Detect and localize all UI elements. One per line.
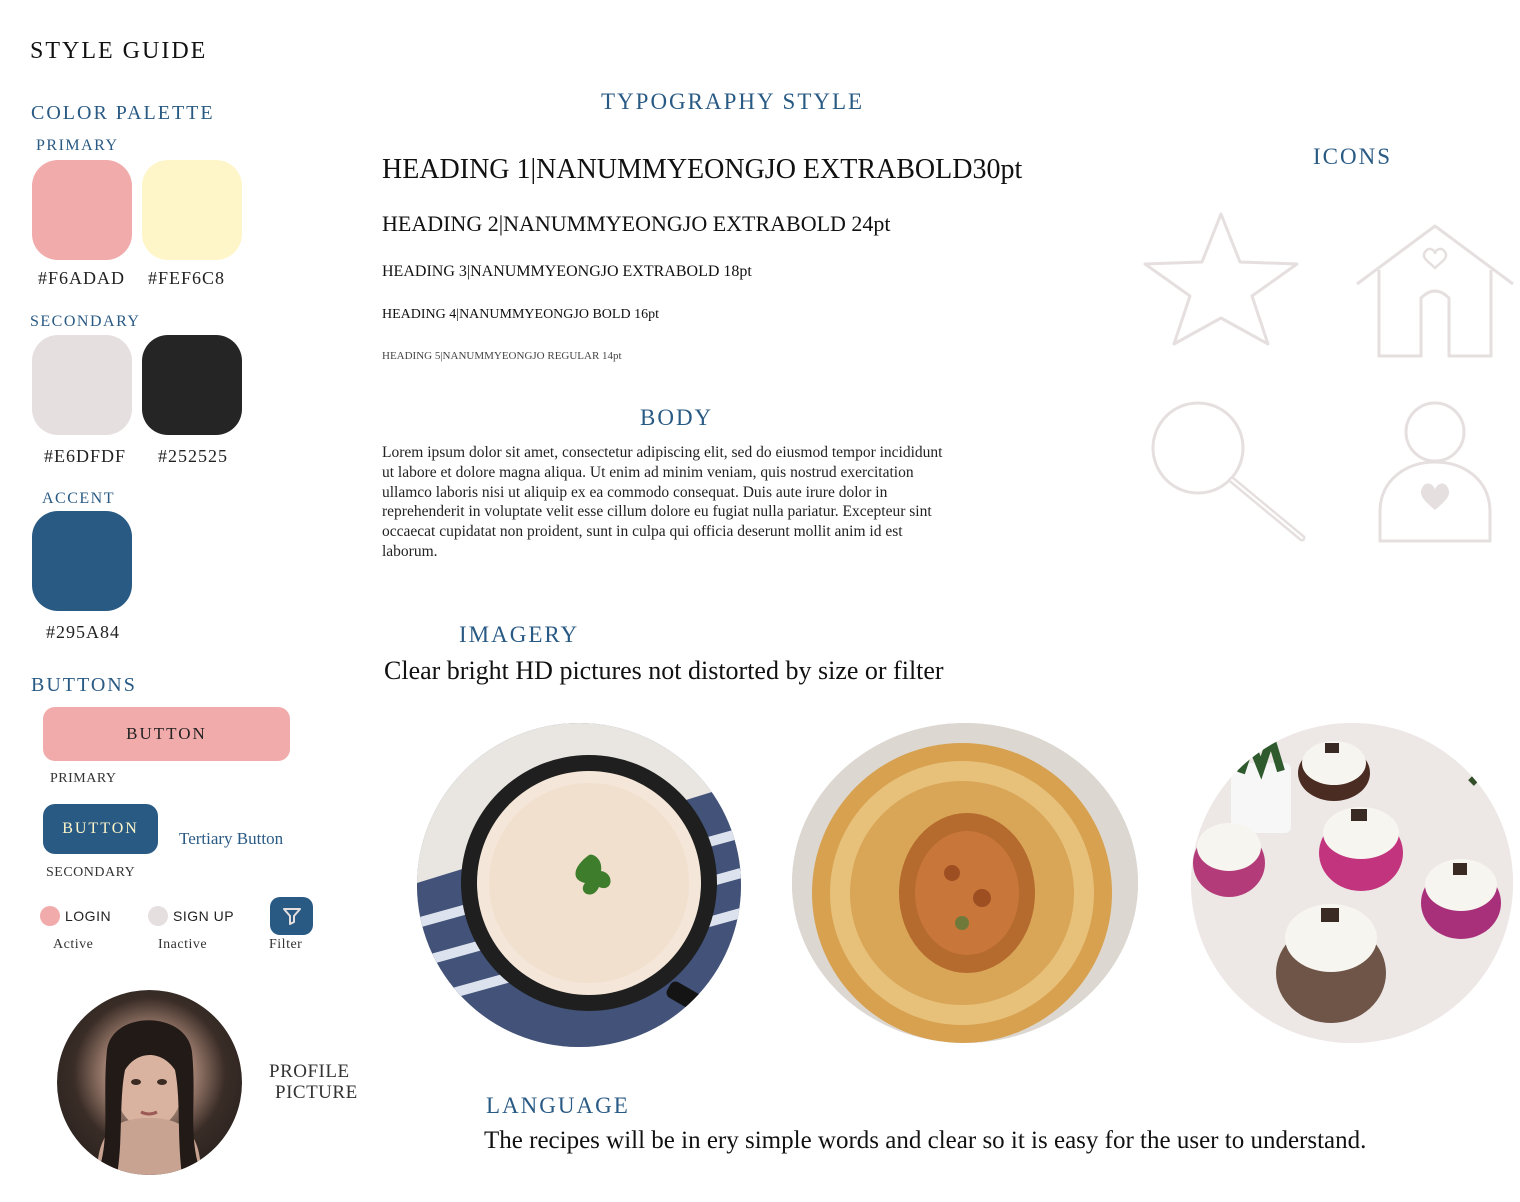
- heading-5-sample: HEADING 5|NANUMMYEONGJO REGULAR 14pt: [382, 350, 622, 362]
- buttons-title: BUTTONS: [31, 674, 137, 696]
- bread-bowl-photo: [792, 723, 1138, 1043]
- profile-caption-line2: PICTURE: [275, 1082, 358, 1103]
- hex-blue: #295A84: [46, 622, 120, 642]
- secondary-button[interactable]: BUTTON: [43, 804, 158, 854]
- hex-light-gray: #E6DFDF: [44, 446, 127, 466]
- accent-color-label: ACCENT: [42, 490, 115, 507]
- home-icon: [1356, 224, 1514, 358]
- signup-inactive-dot[interactable]: [148, 906, 168, 926]
- swatch-blue: [32, 511, 132, 611]
- swatch-cream: [142, 160, 242, 260]
- imagery-title: IMAGERY: [459, 622, 580, 647]
- heading-3-sample: HEADING 3|NANUMMYEONGJO EXTRABOLD 18pt: [382, 263, 752, 280]
- soup-photo: [417, 723, 741, 1047]
- filter-icon: [282, 908, 301, 925]
- filter-caption: Filter: [269, 937, 303, 952]
- heading-2-sample: HEADING 2|NANUMMYEONGJO EXTRABOLD 24pt: [382, 211, 891, 236]
- filter-button[interactable]: [270, 897, 313, 935]
- cupcakes-photo: [1191, 723, 1513, 1043]
- cupcakes-illustration: [1191, 723, 1513, 1043]
- color-palette-title: COLOR PALETTE: [31, 102, 215, 124]
- body-sample-text: Lorem ipsum dolor sit amet, consectetur …: [382, 444, 943, 560]
- profile-picture: [57, 990, 242, 1175]
- signup-toggle-label[interactable]: SIGN UP: [173, 908, 234, 924]
- swatch-black: [142, 335, 242, 435]
- search-icon: [1151, 401, 1306, 542]
- login-toggle-label[interactable]: LOGIN: [65, 908, 111, 924]
- typography-title: TYPOGRAPHY STYLE: [601, 89, 865, 114]
- hex-cream: #FEF6C8: [148, 268, 226, 288]
- primary-button[interactable]: BUTTON: [43, 707, 290, 761]
- primary-button-caption: PRIMARY: [50, 771, 117, 786]
- body-title: BODY: [640, 405, 714, 430]
- user-icon: [1378, 401, 1492, 543]
- soup-illustration: [417, 723, 741, 1047]
- imagery-description: Clear bright HD pictures not distorted b…: [384, 656, 944, 685]
- login-caption: Active: [53, 937, 94, 952]
- heading-4-sample: HEADING 4|NANUMMYEONGJO BOLD 16pt: [382, 307, 659, 322]
- heading-1-sample: HEADING 1|NANUMMYEONGJO EXTRABOLD30pt: [382, 154, 1023, 185]
- star-icon: [1143, 212, 1299, 346]
- primary-colors-label: PRIMARY: [36, 137, 119, 154]
- secondary-button-caption: SECONDARY: [46, 865, 136, 880]
- profile-caption-line1: PROFILE: [269, 1061, 350, 1082]
- hex-black: #252525: [158, 446, 228, 466]
- hex-pink: #F6ADAD: [38, 268, 126, 288]
- language-description: The recipes will be in ery simple words …: [484, 1127, 1367, 1154]
- language-title: LANGUAGE: [486, 1093, 630, 1118]
- bread-bowl-illustration: [792, 723, 1138, 1043]
- page-title: STYLE GUIDE: [30, 38, 208, 64]
- swatch-light-gray: [32, 335, 132, 435]
- tertiary-button[interactable]: Tertiary Button: [179, 829, 283, 849]
- icons-title: ICONS: [1313, 144, 1393, 169]
- signup-caption: Inactive: [158, 937, 208, 952]
- portrait-illustration: [97, 1020, 202, 1175]
- login-active-dot[interactable]: [40, 906, 60, 926]
- secondary-colors-label: SECONDARY: [30, 313, 141, 330]
- swatch-pink: [32, 160, 132, 260]
